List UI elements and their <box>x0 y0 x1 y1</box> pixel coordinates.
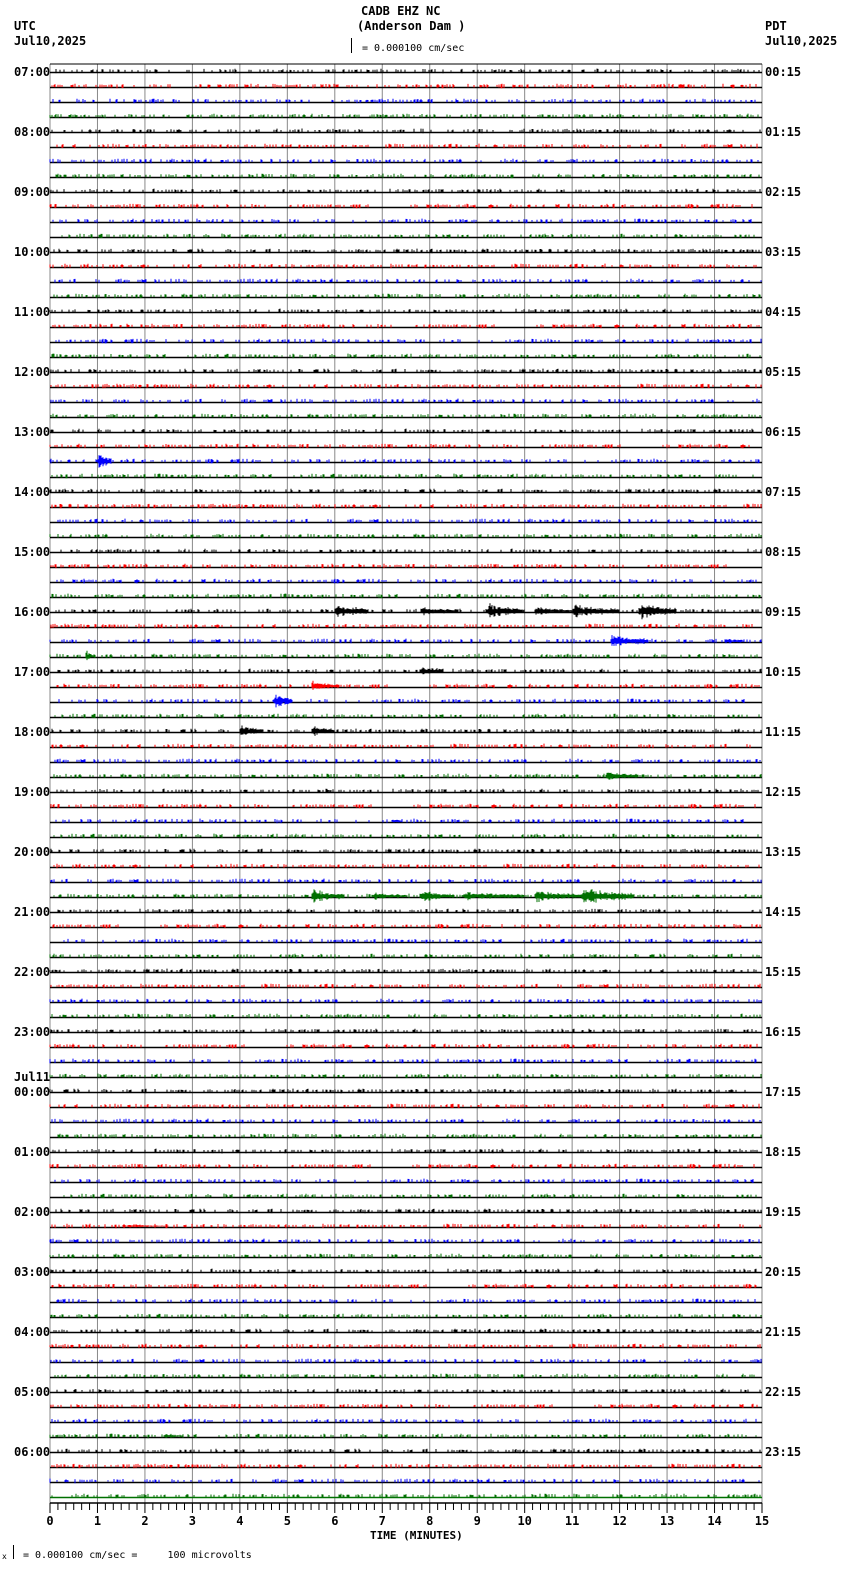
pdt-hour-label: 04:15 <box>765 305 802 319</box>
utc-hour-label: 00:00 <box>14 1085 51 1099</box>
x-tick-label: 1 <box>93 1514 102 1528</box>
utc-hour-label: 07:00 <box>14 65 51 79</box>
utc-hour-label: 05:00 <box>14 1385 51 1399</box>
x-tick-label: 15 <box>754 1514 770 1528</box>
pdt-hour-label: 05:15 <box>765 365 802 379</box>
pdt-hour-label: 08:15 <box>765 545 802 559</box>
x-tick-label: 6 <box>331 1514 339 1528</box>
x-tick-label: 14 <box>707 1514 722 1528</box>
pdt-hour-label: 22:15 <box>765 1385 802 1399</box>
utc-hour-label: 09:00 <box>14 185 51 199</box>
x-tick-label: 5 <box>283 1514 291 1528</box>
trace-signal <box>49 455 760 468</box>
utc-hour-label: 19:00 <box>14 785 51 799</box>
utc-date-label: Jul11 <box>14 1070 51 1084</box>
pdt-hour-label: 07:15 <box>765 485 802 499</box>
pdt-hour-label: 03:15 <box>765 245 802 259</box>
pdt-hour-label: 01:15 <box>765 125 802 139</box>
footer-marker: x <box>2 1552 7 1561</box>
pdt-hour-label: 19:15 <box>765 1205 802 1219</box>
trace-signal <box>49 650 758 661</box>
utc-hour-label: 13:00 <box>14 425 51 439</box>
pdt-hour-label: 18:15 <box>765 1145 802 1159</box>
pdt-hour-label: 12:15 <box>765 785 802 799</box>
utc-hour-label: 01:00 <box>14 1145 51 1159</box>
utc-hour-label: 20:00 <box>14 845 51 859</box>
x-tick-label: 7 <box>378 1514 386 1528</box>
x-tick-label: 13 <box>659 1514 675 1528</box>
x-tick-label: 2 <box>141 1514 149 1528</box>
utc-hour-label: 12:00 <box>14 365 51 379</box>
x-tick-label: 0 <box>46 1514 54 1528</box>
trace-signal <box>58 694 745 708</box>
utc-hour-label: 11:00 <box>14 305 51 319</box>
pdt-hour-label: 14:15 <box>765 905 802 919</box>
footer-scale-note: = 0.000100 cm/sec = 100 microvolts <box>23 1550 252 1561</box>
utc-hour-label: 16:00 <box>14 605 51 619</box>
utc-hour-label: 03:00 <box>14 1265 51 1279</box>
trace-signal <box>55 603 759 620</box>
x-tick-label: 12 <box>612 1514 627 1528</box>
utc-hour-label: 08:00 <box>14 125 51 139</box>
x-tick-label: 4 <box>236 1514 244 1528</box>
footer-scale-bar-icon <box>13 1545 14 1559</box>
x-tick-label: 8 <box>426 1514 434 1528</box>
pdt-hour-label: 06:15 <box>765 425 802 439</box>
pdt-hour-label: 13:15 <box>765 845 802 859</box>
utc-hour-label: 04:00 <box>14 1325 51 1339</box>
pdt-hour-label: 10:15 <box>765 665 802 679</box>
pdt-hour-label: 21:15 <box>765 1325 802 1339</box>
trace-signal <box>53 889 762 903</box>
pdt-hour-label: 23:15 <box>765 1445 802 1459</box>
pdt-hour-label: 15:15 <box>765 965 802 979</box>
pdt-hour-label: 17:15 <box>765 1085 802 1099</box>
pdt-hour-label: 16:15 <box>765 1025 802 1039</box>
trace-signal <box>49 635 762 646</box>
x-tick-label: 11 <box>564 1514 580 1528</box>
utc-hour-label: 21:00 <box>14 905 51 919</box>
pdt-hour-label: 02:15 <box>765 185 802 199</box>
utc-hour-label: 22:00 <box>14 965 51 979</box>
utc-hour-label: 02:00 <box>14 1205 51 1219</box>
trace-signal <box>56 680 760 690</box>
x-axis-title: TIME (MINUTES) <box>370 1529 463 1542</box>
pdt-hour-label: 09:15 <box>765 605 802 619</box>
helicorder-plot <box>49 63 763 1513</box>
utc-hour-label: 06:00 <box>14 1445 51 1459</box>
utc-hour-label: 10:00 <box>14 245 51 259</box>
utc-hour-label: 15:00 <box>14 545 51 559</box>
utc-hour-label: 18:00 <box>14 725 51 739</box>
trace-signal <box>53 772 762 780</box>
trace-signal <box>51 725 762 736</box>
utc-hour-label: 14:00 <box>14 485 51 499</box>
utc-hour-label: 23:00 <box>14 1025 51 1039</box>
x-tick-label: 9 <box>473 1514 481 1528</box>
pdt-hour-label: 20:15 <box>765 1265 802 1279</box>
x-tick-label: 3 <box>188 1514 197 1528</box>
x-tick-label: 10 <box>517 1514 532 1528</box>
utc-hour-label: 17:00 <box>14 665 51 679</box>
pdt-hour-label: 00:15 <box>765 65 802 79</box>
pdt-hour-label: 11:15 <box>765 725 802 739</box>
